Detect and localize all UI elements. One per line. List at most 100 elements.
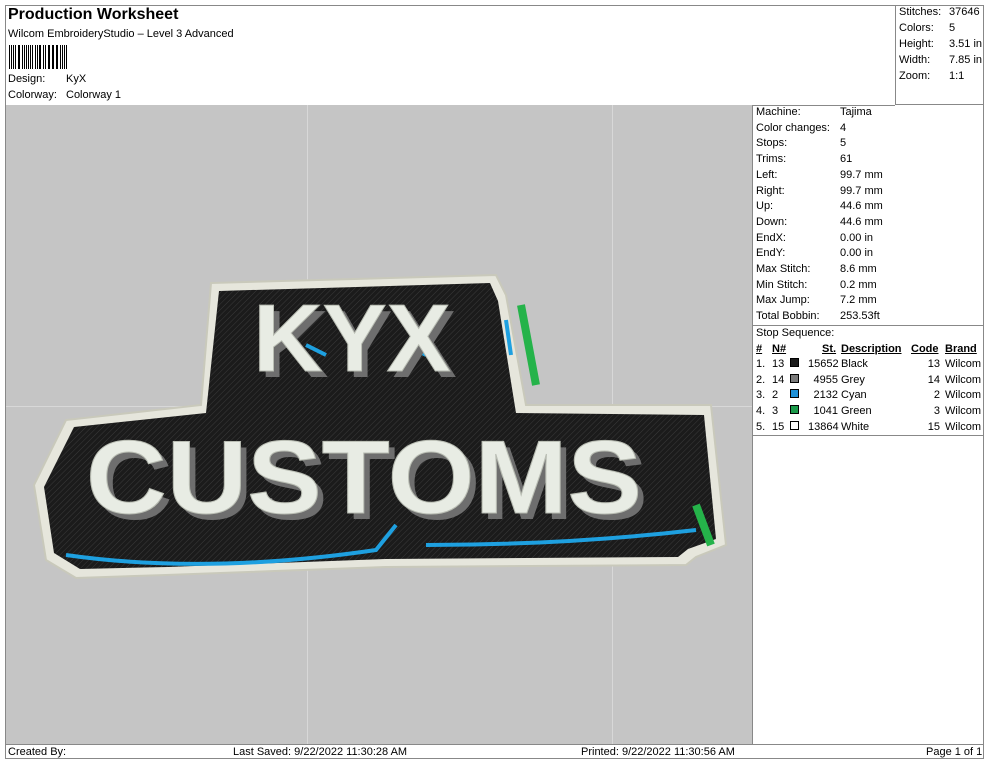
barcode-bar (53, 45, 55, 69)
summary-row: Colors: 5 (899, 22, 955, 34)
design-label: Design: (8, 73, 46, 85)
barcode-bar (18, 45, 21, 69)
barcode-bar (31, 45, 33, 69)
stitch-count: 4955 (813, 373, 838, 386)
thread-brand: Wilcom (945, 389, 982, 402)
summary-key: Zoom: (899, 70, 931, 82)
spec-key: EndX: (756, 231, 786, 244)
spec-key: Stops: (756, 137, 788, 150)
thread-brand: Wilcom (945, 420, 982, 433)
spec-value: 44.6 mm (840, 215, 883, 228)
spec-row: EndY: 0.00 in (756, 247, 873, 259)
thread-brand: Wilcom (945, 358, 982, 370)
col-header-description: Description (841, 343, 902, 355)
spec-value: 99.7 mm (840, 168, 883, 181)
spec-value: 44.6 mm (840, 200, 883, 213)
color-swatch (790, 389, 799, 399)
spec-key: EndY: (756, 247, 786, 260)
col-header-n: N# (772, 343, 787, 355)
spec-key: Max Stitch: (756, 263, 811, 275)
color-code: 14 (927, 373, 940, 386)
stop-row: 1. 13 15652 Black 13 Wilcom (753, 358, 984, 374)
color-code: 2 (933, 389, 940, 402)
spec-key: Right: (756, 184, 785, 197)
col-header-st: St. (822, 343, 837, 355)
spec-value: 0.00 in (840, 247, 874, 260)
spec-key: Max Jump: (756, 294, 810, 307)
spec-row: Stops: 5 (756, 137, 846, 149)
colorway-row: Colorway: Colorway 1 (8, 89, 121, 101)
design-preview[interactable]: KYX CUSTOMS KYX CUSTOMS (6, 105, 753, 744)
spec-value: 0.00 in (840, 231, 874, 244)
spec-value: 0.2 mm (840, 278, 877, 291)
thread-brand: Wilcom (945, 405, 982, 418)
color-swatch (790, 373, 799, 383)
spec-value: 7.2 mm (840, 294, 877, 307)
spec-row: Left: 99.7 mm (756, 169, 883, 181)
design-text-line1: KYX (253, 285, 450, 392)
spec-value: 61 (840, 153, 853, 166)
row-number: 5. (756, 420, 766, 433)
summary-value: 5 (949, 22, 956, 34)
stop-row: 3. 2 2132 Cyan 2 Wilcom (753, 389, 984, 405)
color-description: Cyan (841, 389, 867, 402)
color-description: White (841, 420, 870, 433)
spec-key: Min Stitch: (756, 278, 808, 291)
col-header-code: Code (911, 343, 939, 355)
spec-value: 253.53ft (840, 310, 880, 323)
spec-value: 99.7 mm (840, 184, 883, 197)
spec-value: 5 (840, 137, 847, 150)
divider (753, 325, 984, 326)
needle-number: 15 (772, 420, 785, 433)
page-number: Page 1 of 1 (926, 746, 983, 758)
worksheet-header: Production Worksheet Wilcom EmbroiderySt… (5, 5, 895, 106)
needle-number: 2 (772, 389, 779, 402)
embroidery-design: KYX CUSTOMS KYX CUSTOMS (32, 273, 728, 580)
summary-panel: Stitches: 37646 Colors: 5 Height: 3.51 in W… (895, 5, 984, 105)
summary-key: Width: (899, 54, 931, 66)
summary-key: Stitches: (899, 6, 942, 18)
summary-value: 37646 (949, 6, 980, 18)
summary-row: Zoom: 1:1 (899, 70, 964, 82)
barcode-bar (14, 45, 16, 69)
printed-date: Printed: 9/22/2022 11:30:56 AM (581, 746, 735, 758)
color-swatch (790, 405, 799, 415)
spec-row: Min Stitch: 0.2 mm (756, 279, 877, 291)
spec-key: Total Bobbin: (756, 310, 820, 323)
spec-row: Color changes: 4 (756, 122, 846, 134)
color-description: Green (841, 405, 872, 418)
color-code: 3 (933, 405, 940, 418)
spec-key: Up: (756, 200, 774, 213)
row-number: 3. (756, 389, 766, 402)
summary-key: Height: (899, 38, 934, 50)
design-value: KyX (66, 73, 87, 85)
barcode-bar (34, 45, 36, 69)
spec-value: 8.6 mm (840, 263, 877, 275)
colorway-label: Colorway: (8, 89, 57, 101)
color-swatch (790, 358, 799, 367)
stop-sequence-title: Stop Sequence: (756, 327, 835, 339)
colorway-value: Colorway 1 (66, 89, 122, 101)
color-code: 13 (927, 358, 940, 370)
spec-key: Machine: (756, 106, 801, 118)
row-number: 4. (756, 405, 766, 418)
color-description: Grey (841, 373, 865, 386)
footer: Created By: Last Saved: 9/22/2022 11:30:… (6, 744, 984, 760)
col-header-num: # (756, 343, 763, 355)
color-swatch (790, 420, 799, 430)
design-text-line2: CUSTOMS (86, 420, 642, 536)
summary-key: Colors: (899, 22, 934, 34)
spec-row: Up: 44.6 mm (756, 200, 883, 212)
barcode-bar (9, 45, 10, 69)
spec-row: Right: 99.7 mm (756, 185, 883, 197)
needle-number: 14 (772, 373, 785, 386)
stitch-count: 1041 (813, 405, 838, 418)
barcode-bar (47, 45, 49, 69)
spec-value: Tajima (840, 106, 872, 118)
barcode-bar (26, 45, 27, 69)
summary-row: Height: 3.51 in (899, 38, 982, 50)
barcode (9, 45, 69, 69)
summary-value: 7.85 in (949, 54, 983, 66)
barcode-bar (59, 45, 61, 69)
summary-row: Width: 7.85 in (899, 54, 982, 66)
